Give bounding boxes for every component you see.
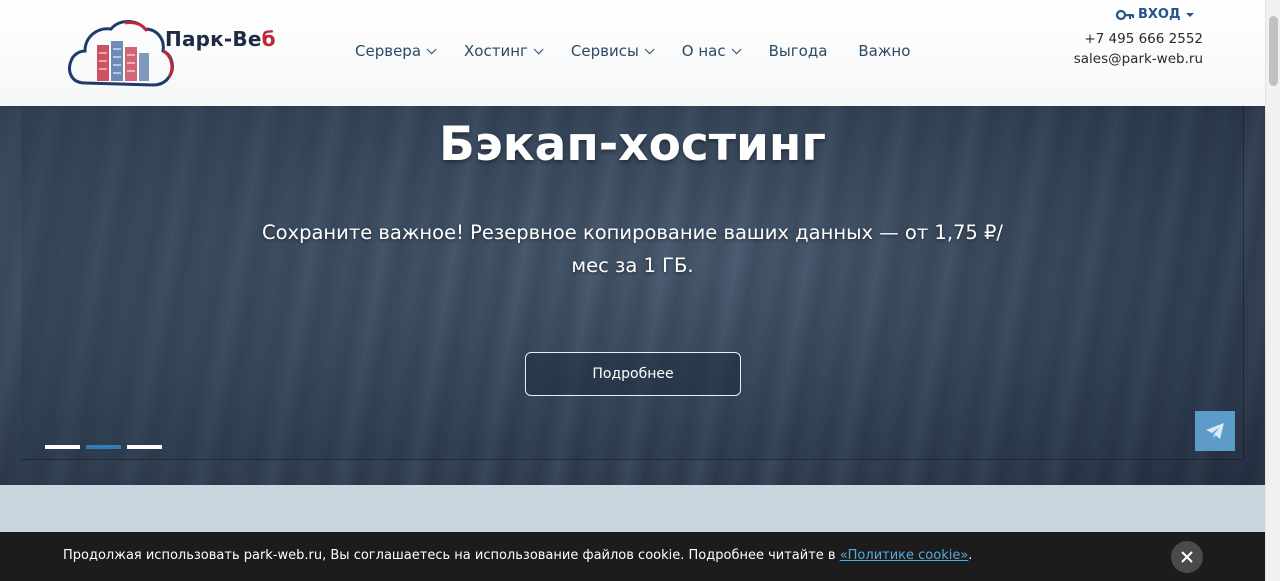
login-label: ВХОД <box>1138 7 1181 22</box>
slide-indicator-2[interactable] <box>86 445 121 449</box>
page-scrollbar[interactable] <box>1265 0 1280 581</box>
nav-item-hosting[interactable]: Хостинг <box>464 42 544 60</box>
telegram-button[interactable] <box>1195 411 1235 451</box>
nav-item-about[interactable]: О нас <box>682 42 742 60</box>
caret-down-icon <box>1185 12 1194 17</box>
nav-item-important[interactable]: Важно <box>858 42 910 60</box>
key-icon <box>1116 9 1134 20</box>
main-nav: Сервера Хостинг Сервисы О нас Выгода Важ… <box>355 42 941 60</box>
email-address[interactable]: sales@park-web.ru <box>1074 51 1203 67</box>
chevron-down-icon <box>533 43 544 54</box>
more-button[interactable]: Подробнее <box>525 352 741 396</box>
hero-title: Бэкап-хостинг <box>439 117 826 172</box>
close-icon <box>1181 551 1193 563</box>
chevron-down-icon <box>644 43 655 54</box>
site-header: Парк-Веб Сервера Хостинг Сервисы О нас В… <box>0 0 1265 106</box>
login-dropdown[interactable]: ВХОД <box>1116 7 1194 22</box>
cookie-policy-link[interactable]: «Политике cookie» <box>840 548 969 563</box>
logo[interactable]: Парк-Веб <box>65 15 280 90</box>
slide-indicator-1[interactable] <box>45 445 80 449</box>
nav-item-benefit[interactable]: Выгода <box>769 42 828 60</box>
chevron-down-icon <box>731 43 742 54</box>
cookie-close-button[interactable] <box>1171 541 1203 573</box>
slide-indicator-3[interactable] <box>127 445 162 449</box>
logo-text: Парк-Веб <box>165 27 276 51</box>
chevron-down-icon <box>426 43 437 54</box>
telegram-icon <box>1206 423 1224 439</box>
cookie-text: Продолжая использовать park-web.ru, Вы с… <box>63 548 973 563</box>
scrollbar-thumb[interactable] <box>1269 16 1278 86</box>
nav-item-servers[interactable]: Сервера <box>355 42 437 60</box>
hero-subtitle: Сохраните важное! Резервное копирование … <box>262 221 1003 277</box>
slider-indicators <box>45 445 162 449</box>
cloud-server-logo-icon <box>68 20 174 87</box>
phone-number[interactable]: +7 495 666 2552 <box>1084 31 1203 47</box>
cookie-banner: Продолжая использовать park-web.ru, Вы с… <box>0 532 1265 581</box>
nav-item-services[interactable]: Сервисы <box>571 42 655 60</box>
